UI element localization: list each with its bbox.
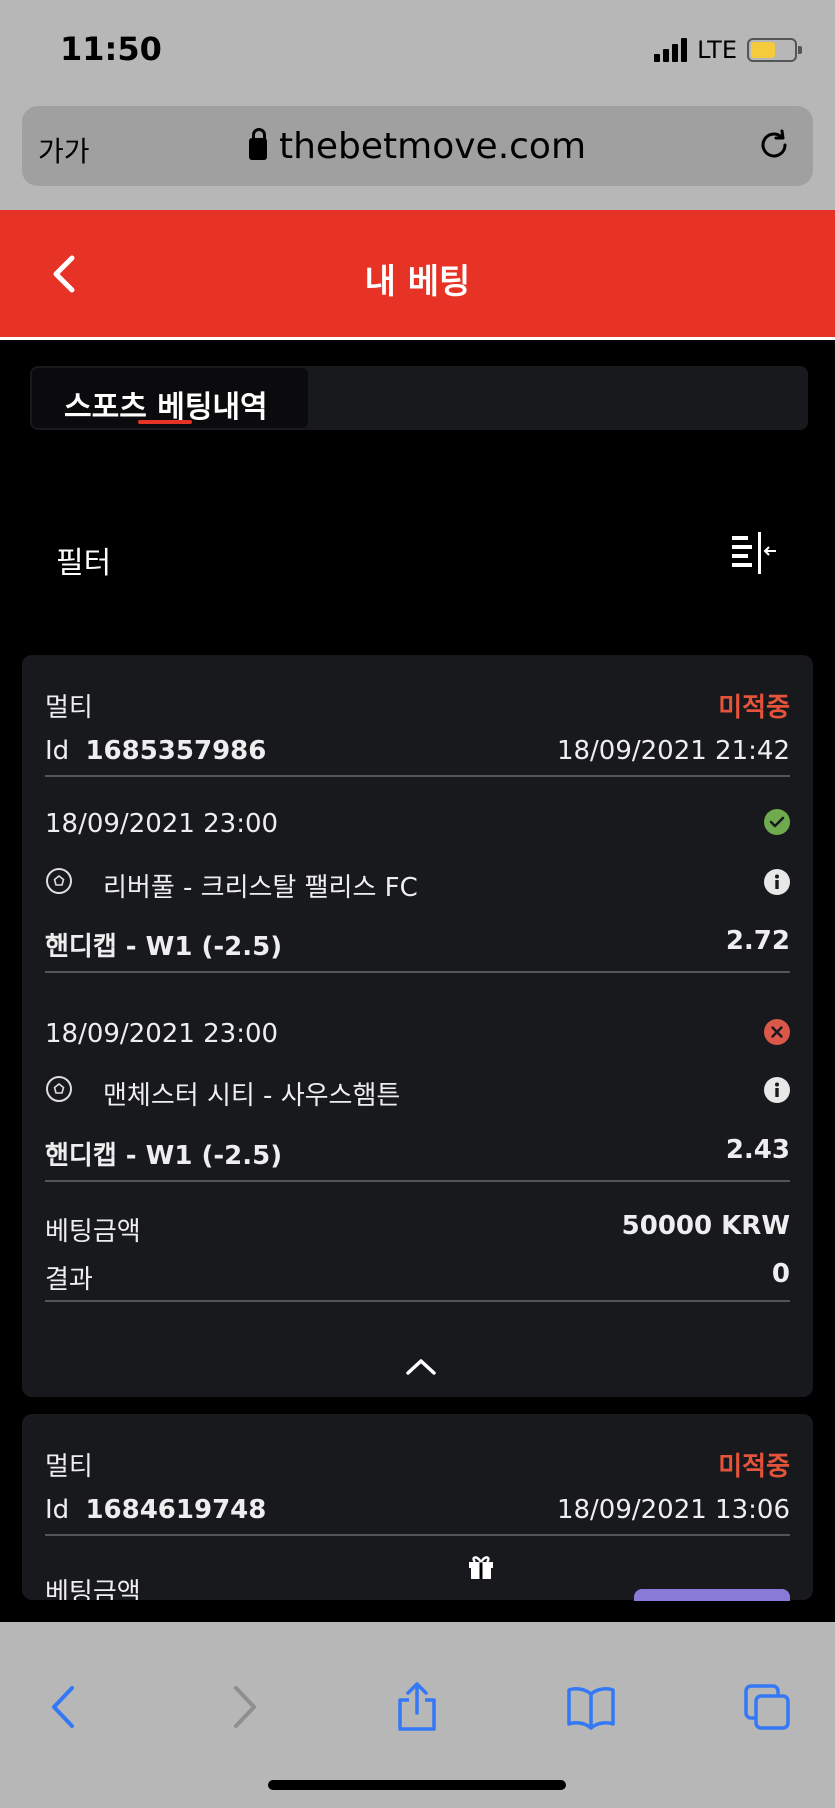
soccer-ball-icon xyxy=(46,1076,72,1102)
status-time: 11:50 xyxy=(60,30,162,68)
browser-forward-icon[interactable] xyxy=(218,1682,268,1732)
home-indicator xyxy=(268,1780,566,1790)
stake-amount: 50000 KRW xyxy=(621,1211,790,1241)
selection-odds: 2.72 xyxy=(725,926,790,956)
bet-id-label: Id xyxy=(45,736,70,766)
result-row: 결과 0 xyxy=(45,1259,790,1296)
selection-odds: 2.43 xyxy=(725,1135,790,1165)
stake-label: 베팅금액 xyxy=(45,1217,141,1247)
status-bar: 11:50 LTE xyxy=(0,0,835,100)
bet-id-label: Id xyxy=(45,1495,70,1525)
share-icon[interactable] xyxy=(392,1682,442,1732)
app-header: 내 베팅 xyxy=(0,210,835,340)
browser-address-area: 가가 thebetmove.com xyxy=(0,100,835,210)
page-title: 내 베팅 xyxy=(364,262,471,302)
selection-datetime: 18/09/2021 23:00 xyxy=(45,809,279,839)
bookmarks-icon[interactable] xyxy=(566,1682,616,1732)
tab-active-indicator xyxy=(138,420,192,424)
stake-row: 베팅금액 50000 KRW xyxy=(45,1211,790,1248)
selection-market: 핸디캡 - W1 (-2.5) xyxy=(45,932,283,962)
tabs-icon[interactable] xyxy=(742,1682,792,1732)
info-icon[interactable] xyxy=(764,1077,790,1103)
tab-sports-bet-history[interactable]: 스포츠 베팅내역 xyxy=(32,368,308,428)
browser-back-icon[interactable] xyxy=(40,1682,90,1732)
divider xyxy=(45,1534,790,1536)
reload-icon[interactable] xyxy=(757,128,791,162)
bet-id-row: Id 1685357986 18/09/2021 21:42 xyxy=(45,736,790,766)
selection-event: 맨체스터 시티 - 사우스햄튼 xyxy=(103,1081,401,1111)
bet-placed-at: 18/09/2021 21:42 xyxy=(556,736,790,766)
status-indicators: LTE xyxy=(654,36,802,64)
battery-icon xyxy=(747,38,802,62)
lock-icon xyxy=(248,128,267,160)
selection-datetime-row: 18/09/2021 23:00 xyxy=(45,1019,790,1049)
bet-type: 멀티 xyxy=(45,693,93,723)
check-circle-icon xyxy=(764,809,790,835)
url-text: thebetmove.com xyxy=(278,126,587,167)
bet-placed-at: 18/09/2021 13:06 xyxy=(556,1495,790,1525)
bet-card: 멀티 미적중 Id 1685357986 18/09/2021 21:42 18… xyxy=(22,655,813,1397)
bet-card: 멀티 미적중 Id 1684619748 18/09/2021 13:06 베팅… xyxy=(22,1414,813,1600)
selection-datetime: 18/09/2021 23:00 xyxy=(45,1019,279,1049)
selection-market-row: 핸디캡 - W1 (-2.5) 2.72 xyxy=(45,926,790,963)
collapse-chevron-icon[interactable] xyxy=(404,1355,438,1377)
filter-toggle-icon[interactable] xyxy=(730,532,778,574)
url-display[interactable]: thebetmove.com xyxy=(22,126,813,167)
info-icon[interactable] xyxy=(764,869,790,895)
divider xyxy=(45,775,790,777)
bet-type: 멀티 xyxy=(45,1452,93,1482)
selection-market: 핸디캡 - W1 (-2.5) xyxy=(45,1141,283,1171)
divider xyxy=(45,971,790,973)
filter-label: 필터 xyxy=(56,546,112,581)
bet-status: 미적중 xyxy=(718,1452,790,1482)
bet-id: 1685357986 xyxy=(85,736,267,766)
bet-id: 1684619748 xyxy=(85,1495,267,1525)
bet-id-row: Id 1684619748 18/09/2021 13:06 xyxy=(45,1495,790,1525)
promo-button[interactable] xyxy=(634,1589,790,1601)
signal-icon xyxy=(654,38,688,62)
bet-status: 미적중 xyxy=(718,693,790,723)
bet-header-row: 멀티 미적중 xyxy=(45,687,790,724)
selection-market-row: 핸디캡 - W1 (-2.5) 2.43 xyxy=(45,1135,790,1172)
tab-bar: 스포츠 베팅내역 xyxy=(30,366,808,430)
divider xyxy=(45,1180,790,1182)
bet-header-row: 멀티 미적중 xyxy=(45,1446,790,1483)
address-bar[interactable]: 가가 thebetmove.com xyxy=(22,106,813,186)
soccer-ball-icon xyxy=(46,868,72,894)
network-type: LTE xyxy=(697,36,737,64)
gift-icon[interactable] xyxy=(466,1552,496,1580)
x-circle-icon xyxy=(764,1019,790,1045)
divider xyxy=(45,1300,790,1302)
selection-datetime-row: 18/09/2021 23:00 xyxy=(45,809,790,839)
result-amount: 0 xyxy=(771,1259,790,1289)
result-label: 결과 xyxy=(45,1265,93,1295)
stake-label: 베팅금액 xyxy=(45,1578,141,1600)
selection-event: 리버풀 - 크리스탈 팰리스 FC xyxy=(103,873,418,903)
browser-toolbar xyxy=(0,1622,835,1808)
